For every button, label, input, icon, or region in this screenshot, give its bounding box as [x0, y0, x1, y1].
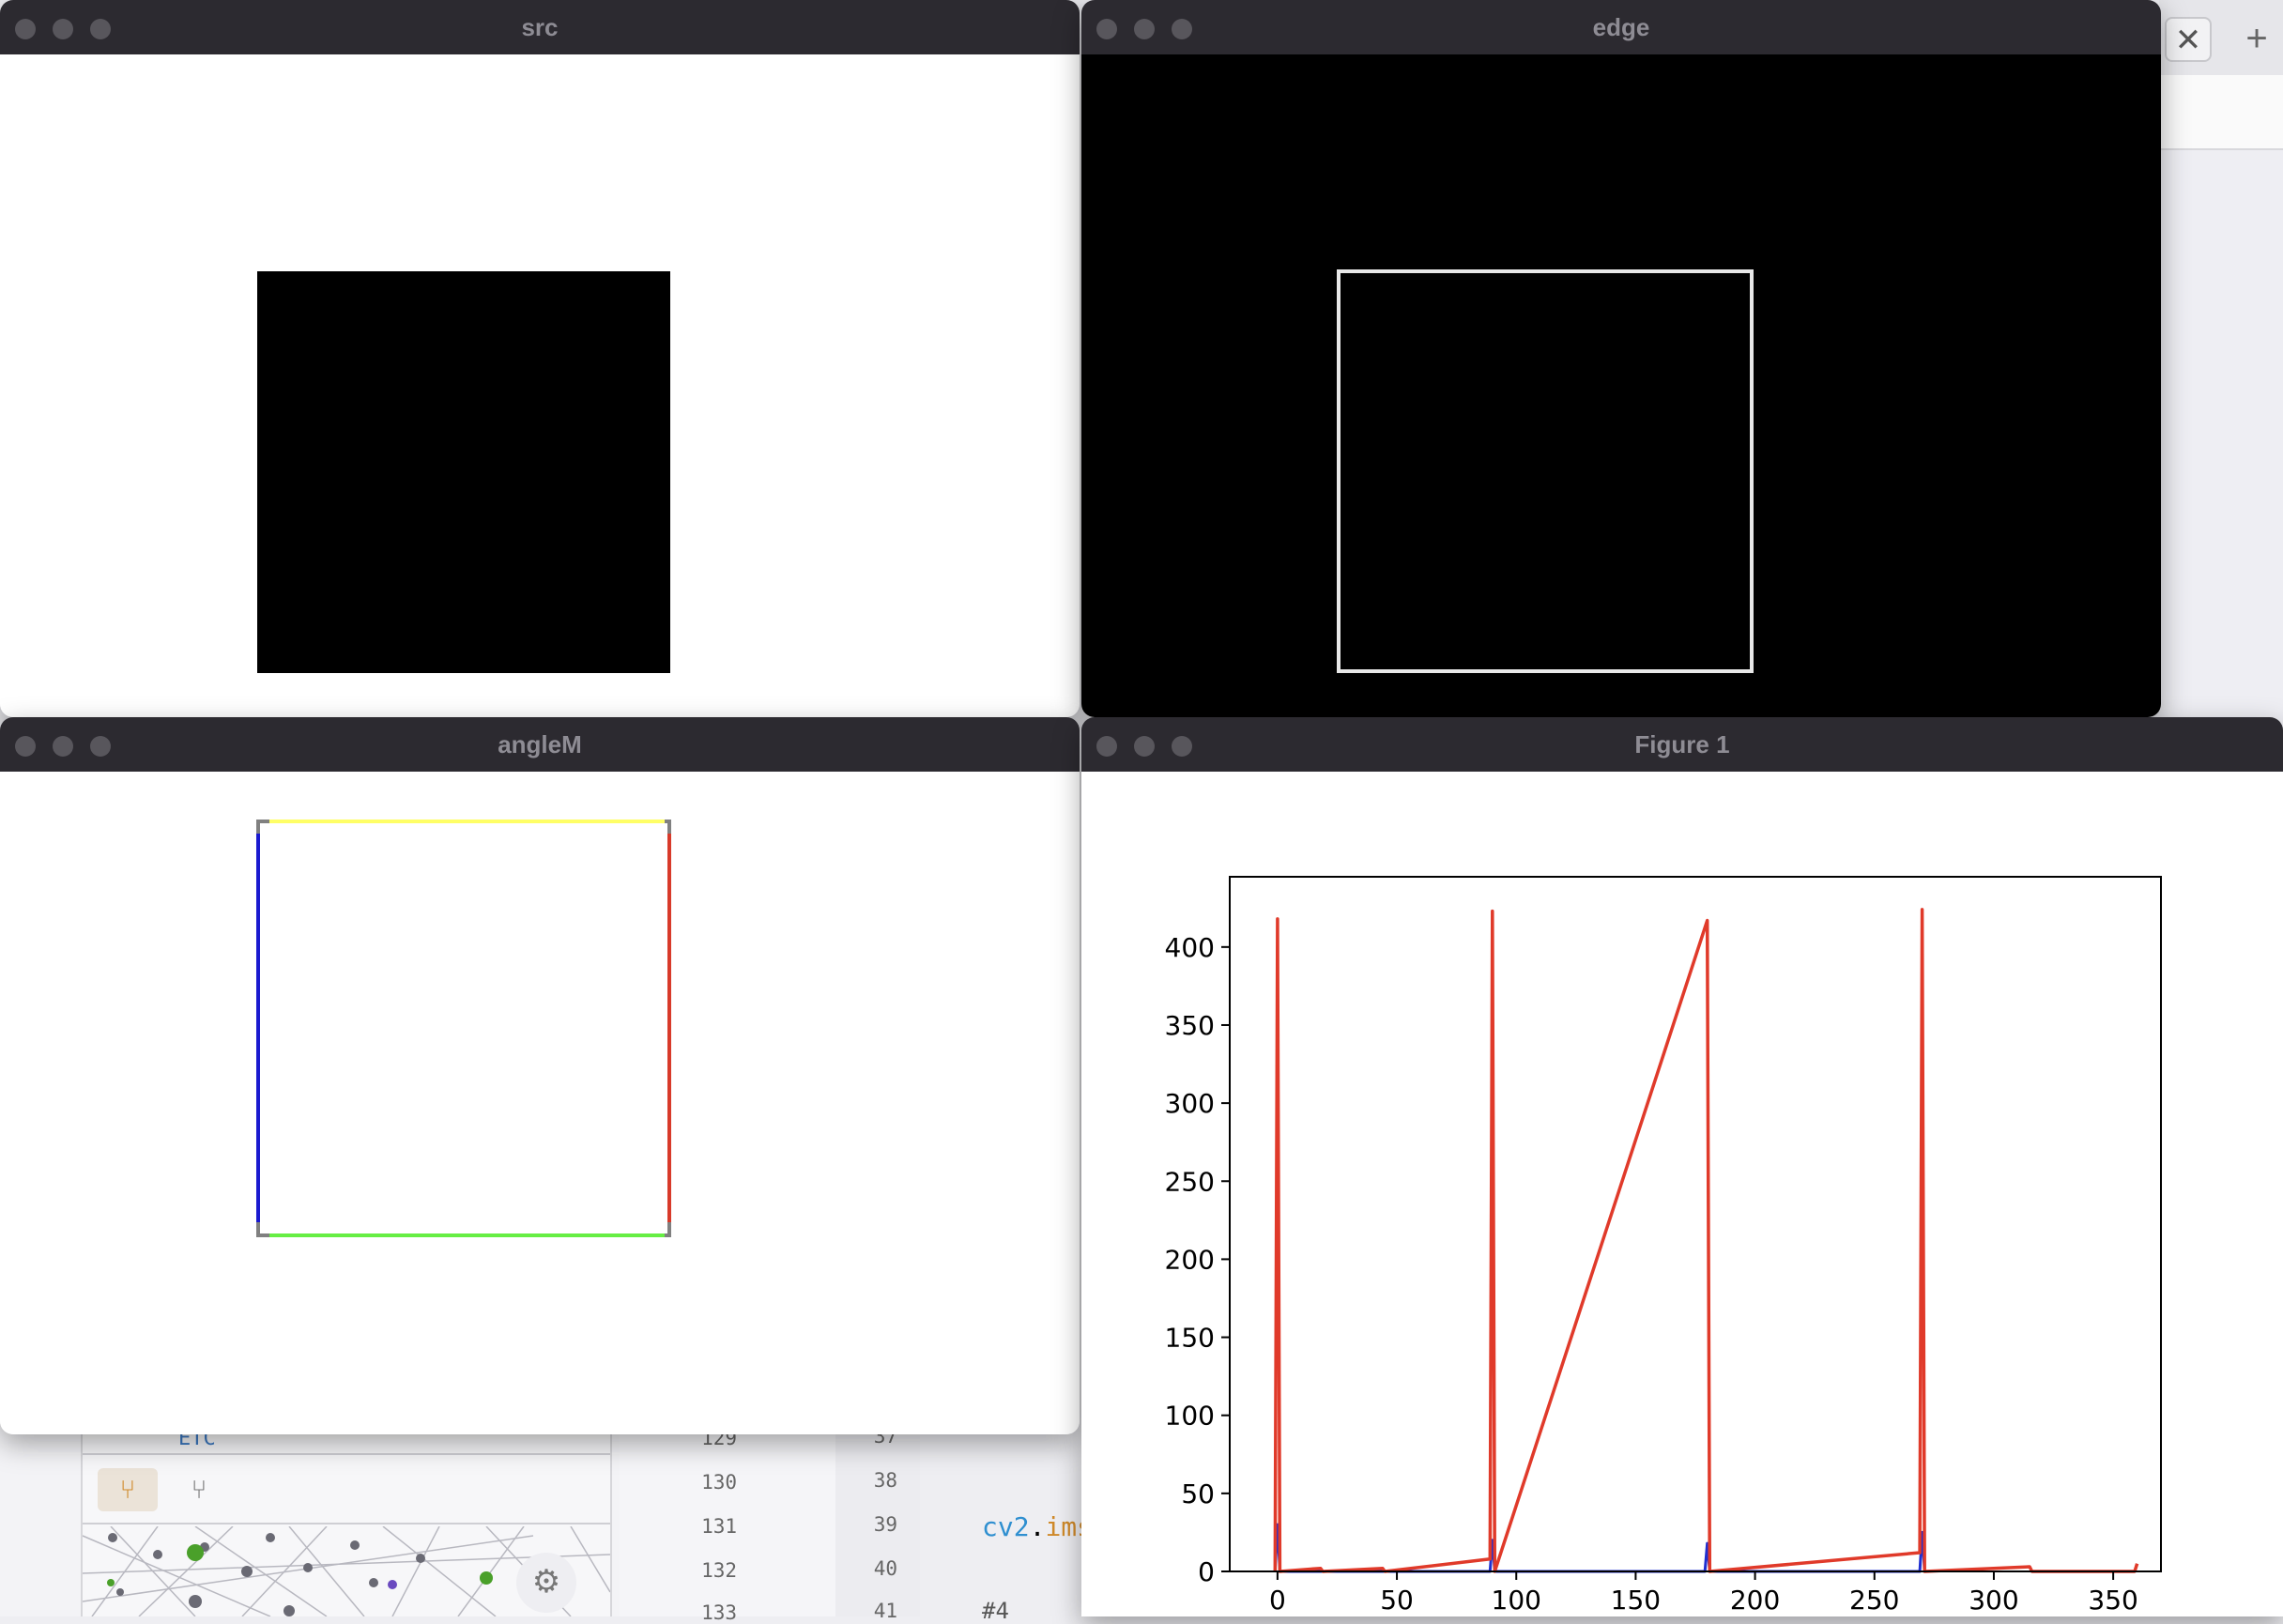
titlebar[interactable]: Figure 1	[1081, 717, 2283, 773]
window-title: src	[521, 13, 559, 41]
image-canvas	[0, 772, 1080, 1434]
y-tick-label: 250	[1165, 1166, 1215, 1197]
angle-edge-left	[256, 834, 260, 1222]
corner-top-right	[665, 820, 671, 834]
histogram-chart: 0 50 100 150 200 250 300 350 0 50 100 150 200 250 300 3…	[1165, 876, 2162, 1616]
y-tick-label: 200	[1165, 1244, 1215, 1275]
window-anglem[interactable]: angleM	[0, 717, 1080, 1434]
angle-edge-right	[667, 834, 671, 1222]
window-edge[interactable]: edge	[1081, 0, 2161, 717]
gear-icon[interactable]: ⚙	[516, 1553, 576, 1613]
titlebar[interactable]: src	[0, 0, 1080, 55]
series-line-0	[1273, 1523, 1926, 1573]
add-tab-button[interactable]: +	[2238, 15, 2275, 62]
code-comment[interactable]: #4	[982, 1598, 1009, 1624]
x-tick-label: 100	[1492, 1585, 1541, 1616]
relative-line-gutter: 37 38 39 40 41	[835, 1408, 920, 1622]
corner-bottom-left	[256, 1222, 269, 1237]
relative-line-number: 40	[873, 1557, 897, 1580]
line-number-gutter: 129 130 131 132 133	[620, 1408, 835, 1624]
angle-edge-top	[268, 820, 665, 823]
y-tick-label: 400	[1165, 932, 1215, 963]
angle-edge-bottom	[268, 1233, 665, 1237]
line-number: 132	[701, 1559, 737, 1582]
angle-map	[256, 820, 671, 1237]
plot-frame	[1229, 876, 2162, 1572]
x-tick-label: 0	[1269, 1585, 1286, 1616]
window-figure-1[interactable]: Figure 1 0 50 100 150 200 250 300 350 0 50 100 150 2…	[1081, 717, 2283, 1616]
x-tick-label: 350	[2088, 1585, 2137, 1616]
close-tab-button[interactable]: ✕	[2165, 17, 2212, 62]
window-title: Figure 1	[1634, 730, 1730, 758]
image-canvas	[0, 54, 1080, 717]
window-title: angleM	[498, 730, 582, 758]
x-tick-label: 300	[1969, 1585, 2018, 1616]
code-module: cv2	[982, 1511, 1030, 1542]
x-tick-label: 150	[1611, 1585, 1661, 1616]
y-tick-label: 100	[1165, 1401, 1215, 1432]
y-tick-label: 50	[1181, 1478, 1215, 1509]
code-line[interactable]: cv2.ims	[982, 1511, 1093, 1542]
x-tick-label: 250	[1849, 1585, 1899, 1616]
git-branch-icon[interactable]: ⑂	[169, 1468, 229, 1511]
y-tick-label: 350	[1165, 1010, 1215, 1041]
y-tick-label: 300	[1165, 1088, 1215, 1119]
graph-toolbar: ⑂ ⑂	[83, 1453, 610, 1524]
window-src[interactable]: src	[0, 0, 1080, 717]
relative-line-number: 38	[873, 1469, 897, 1492]
series-line-1	[1273, 908, 2139, 1573]
relative-line-number: 39	[873, 1513, 897, 1536]
corner-bottom-right	[665, 1222, 671, 1237]
code-dot: .	[1029, 1511, 1046, 1542]
x-tick-label: 50	[1380, 1585, 1414, 1616]
figure-canvas: 0 50 100 150 200 250 300 350 0 50 100 150 200 250 300 3…	[1081, 772, 2283, 1616]
y-tick-label: 0	[1198, 1556, 1215, 1587]
titlebar[interactable]: angleM	[0, 717, 1080, 773]
corner-top-left	[256, 820, 269, 834]
edge-outline	[1337, 269, 1754, 673]
window-title: edge	[1592, 13, 1650, 41]
y-tick-label: 150	[1165, 1323, 1215, 1354]
git-graph-icon[interactable]: ⑂	[98, 1468, 158, 1511]
line-number: 131	[701, 1515, 737, 1538]
editor-toolbar	[2159, 75, 2283, 150]
relative-line-number: 41	[873, 1600, 897, 1622]
line-number: 130	[701, 1471, 737, 1494]
image-canvas	[1081, 54, 2161, 717]
black-square	[257, 271, 670, 673]
line-number: 133	[701, 1601, 737, 1624]
x-tick-label: 200	[1730, 1585, 1780, 1616]
titlebar[interactable]: edge	[1081, 0, 2161, 55]
